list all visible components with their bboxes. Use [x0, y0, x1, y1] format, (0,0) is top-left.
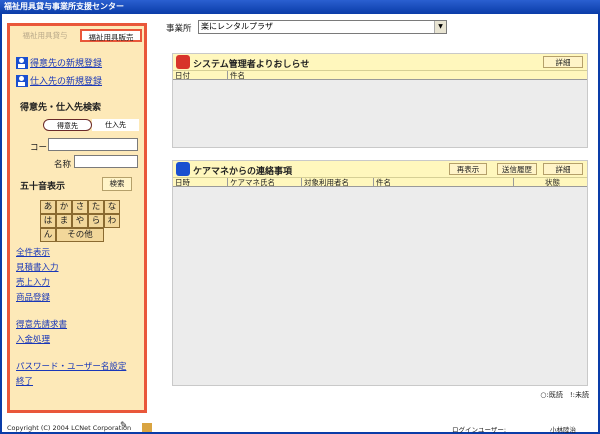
kana-wa[interactable]: わ [104, 214, 120, 228]
history-button[interactable]: 送信履歴 [497, 163, 537, 175]
col-date: 日付 [175, 71, 190, 80]
notice-detail-button[interactable]: 詳細 [543, 56, 583, 68]
contact-detail-button[interactable]: 詳細 [543, 163, 583, 175]
col-caremanager: ケアマネ氏名 [227, 178, 275, 187]
kana-other[interactable]: その他 [56, 228, 104, 242]
tab-rental[interactable]: 福祉用具貸与 [15, 29, 75, 42]
read-status-legend: ○:既読 !:未読 [540, 391, 589, 399]
col-subject: 件名 [373, 178, 391, 187]
register-supplier-link[interactable]: 仕入先の新規登録 [16, 74, 102, 87]
copyright: Copyright (C) 2004 LCNet Corporation [7, 424, 132, 432]
footer: Copyright (C) 2004 LCNet Corporation ✎ ロ… [0, 420, 600, 434]
register-supplier-label: 仕入先の新規登録 [30, 77, 103, 87]
contact-title: ケアマネからの連絡事項 [193, 167, 293, 177]
menu-product[interactable]: 商品登録 [16, 291, 50, 303]
kana-ka[interactable]: か [56, 200, 72, 214]
kana-ma[interactable]: ま [56, 214, 72, 228]
contact-panel-header: ケアマネからの連絡事項 再表示 送信履歴 詳細 [173, 161, 587, 177]
name-label: 名称 [54, 160, 72, 170]
person-add-icon [16, 74, 28, 87]
col-subject: 件名 [227, 71, 245, 80]
register-customer-link[interactable]: 得意先の新規登録 [16, 56, 102, 69]
chevron-down-icon[interactable]: ▼ [434, 21, 446, 33]
login-label: ログインユーザー: [452, 426, 507, 434]
window-title: 福祉用具貸与事業所支援センター [0, 0, 600, 14]
caremanager-icon [176, 162, 190, 176]
kana-ya[interactable]: や [72, 214, 88, 228]
menu-password[interactable]: パスワード・ユーザー名設定 [16, 360, 126, 372]
kana-na[interactable]: な [104, 200, 120, 214]
search-title: 得意先・仕入先検索 [20, 103, 102, 113]
folder-icon [142, 423, 152, 432]
notice-columns: 日付 件名 [173, 70, 587, 80]
kana-ra[interactable]: ら [88, 214, 104, 228]
office-label: 事業所 [166, 24, 192, 34]
name-input[interactable] [74, 155, 138, 168]
office-select[interactable]: 楽にレンタルプラザ ▼ [198, 20, 447, 34]
notice-icon [176, 55, 190, 69]
office-value: 楽にレンタルプラザ [201, 22, 273, 31]
contact-columns: 日時 ケアマネ氏名 対象利用者名 件名 状態 [173, 177, 587, 187]
notice-panel-header: システム管理者よりおしらせ 詳細 [173, 54, 587, 70]
menu-payment[interactable]: 入金処理 [16, 333, 50, 345]
seg-customer[interactable]: 得意先 [43, 119, 92, 131]
seg-supplier[interactable]: 仕入先 [92, 119, 139, 131]
kana-a[interactable]: あ [40, 200, 56, 214]
kana-ha[interactable]: は [40, 214, 56, 228]
refresh-button[interactable]: 再表示 [449, 163, 487, 175]
notice-title: システム管理者よりおしらせ [193, 60, 310, 70]
kana-sa[interactable]: さ [72, 200, 88, 214]
menu-sales[interactable]: 売上入力 [16, 276, 50, 288]
contact-panel: ケアマネからの連絡事項 再表示 送信履歴 詳細 日時 ケアマネ氏名 対象利用者名… [172, 160, 588, 386]
kana-n[interactable]: ん [40, 228, 56, 242]
col-datetime: 日時 [175, 178, 190, 187]
type-selector: 得意先 仕入先 [43, 119, 139, 131]
kana-ta[interactable]: た [88, 200, 104, 214]
sidebar: 福祉用具貸与 福祉用具販売 得意先の新規登録 仕入先の新規登録 得意先・仕入先検… [7, 23, 147, 413]
kana-grid: あ か さ た な は ま や ら わ ん その他 [40, 200, 120, 242]
code-input[interactable] [48, 138, 138, 151]
register-customer-label: 得意先の新規登録 [30, 59, 103, 69]
search-button[interactable]: 検索 [102, 177, 132, 191]
pen-icon: ✎ [120, 421, 128, 431]
tab-sales[interactable]: 福祉用具販売 [80, 29, 142, 42]
menu-exit[interactable]: 終了 [16, 375, 33, 387]
login-user: 小林陸治 [550, 426, 576, 434]
person-add-icon [16, 56, 28, 69]
gojuon-title: 五十音表示 [20, 182, 66, 192]
col-user: 対象利用者名 [301, 178, 349, 187]
col-status: 状態 [513, 178, 589, 187]
menu-show-all[interactable]: 全件表示 [16, 246, 50, 258]
menu-estimate[interactable]: 見積書入力 [16, 261, 59, 273]
menu-invoice[interactable]: 得意先請求書 [16, 318, 67, 330]
notice-panel: システム管理者よりおしらせ 詳細 日付 件名 [172, 53, 588, 148]
